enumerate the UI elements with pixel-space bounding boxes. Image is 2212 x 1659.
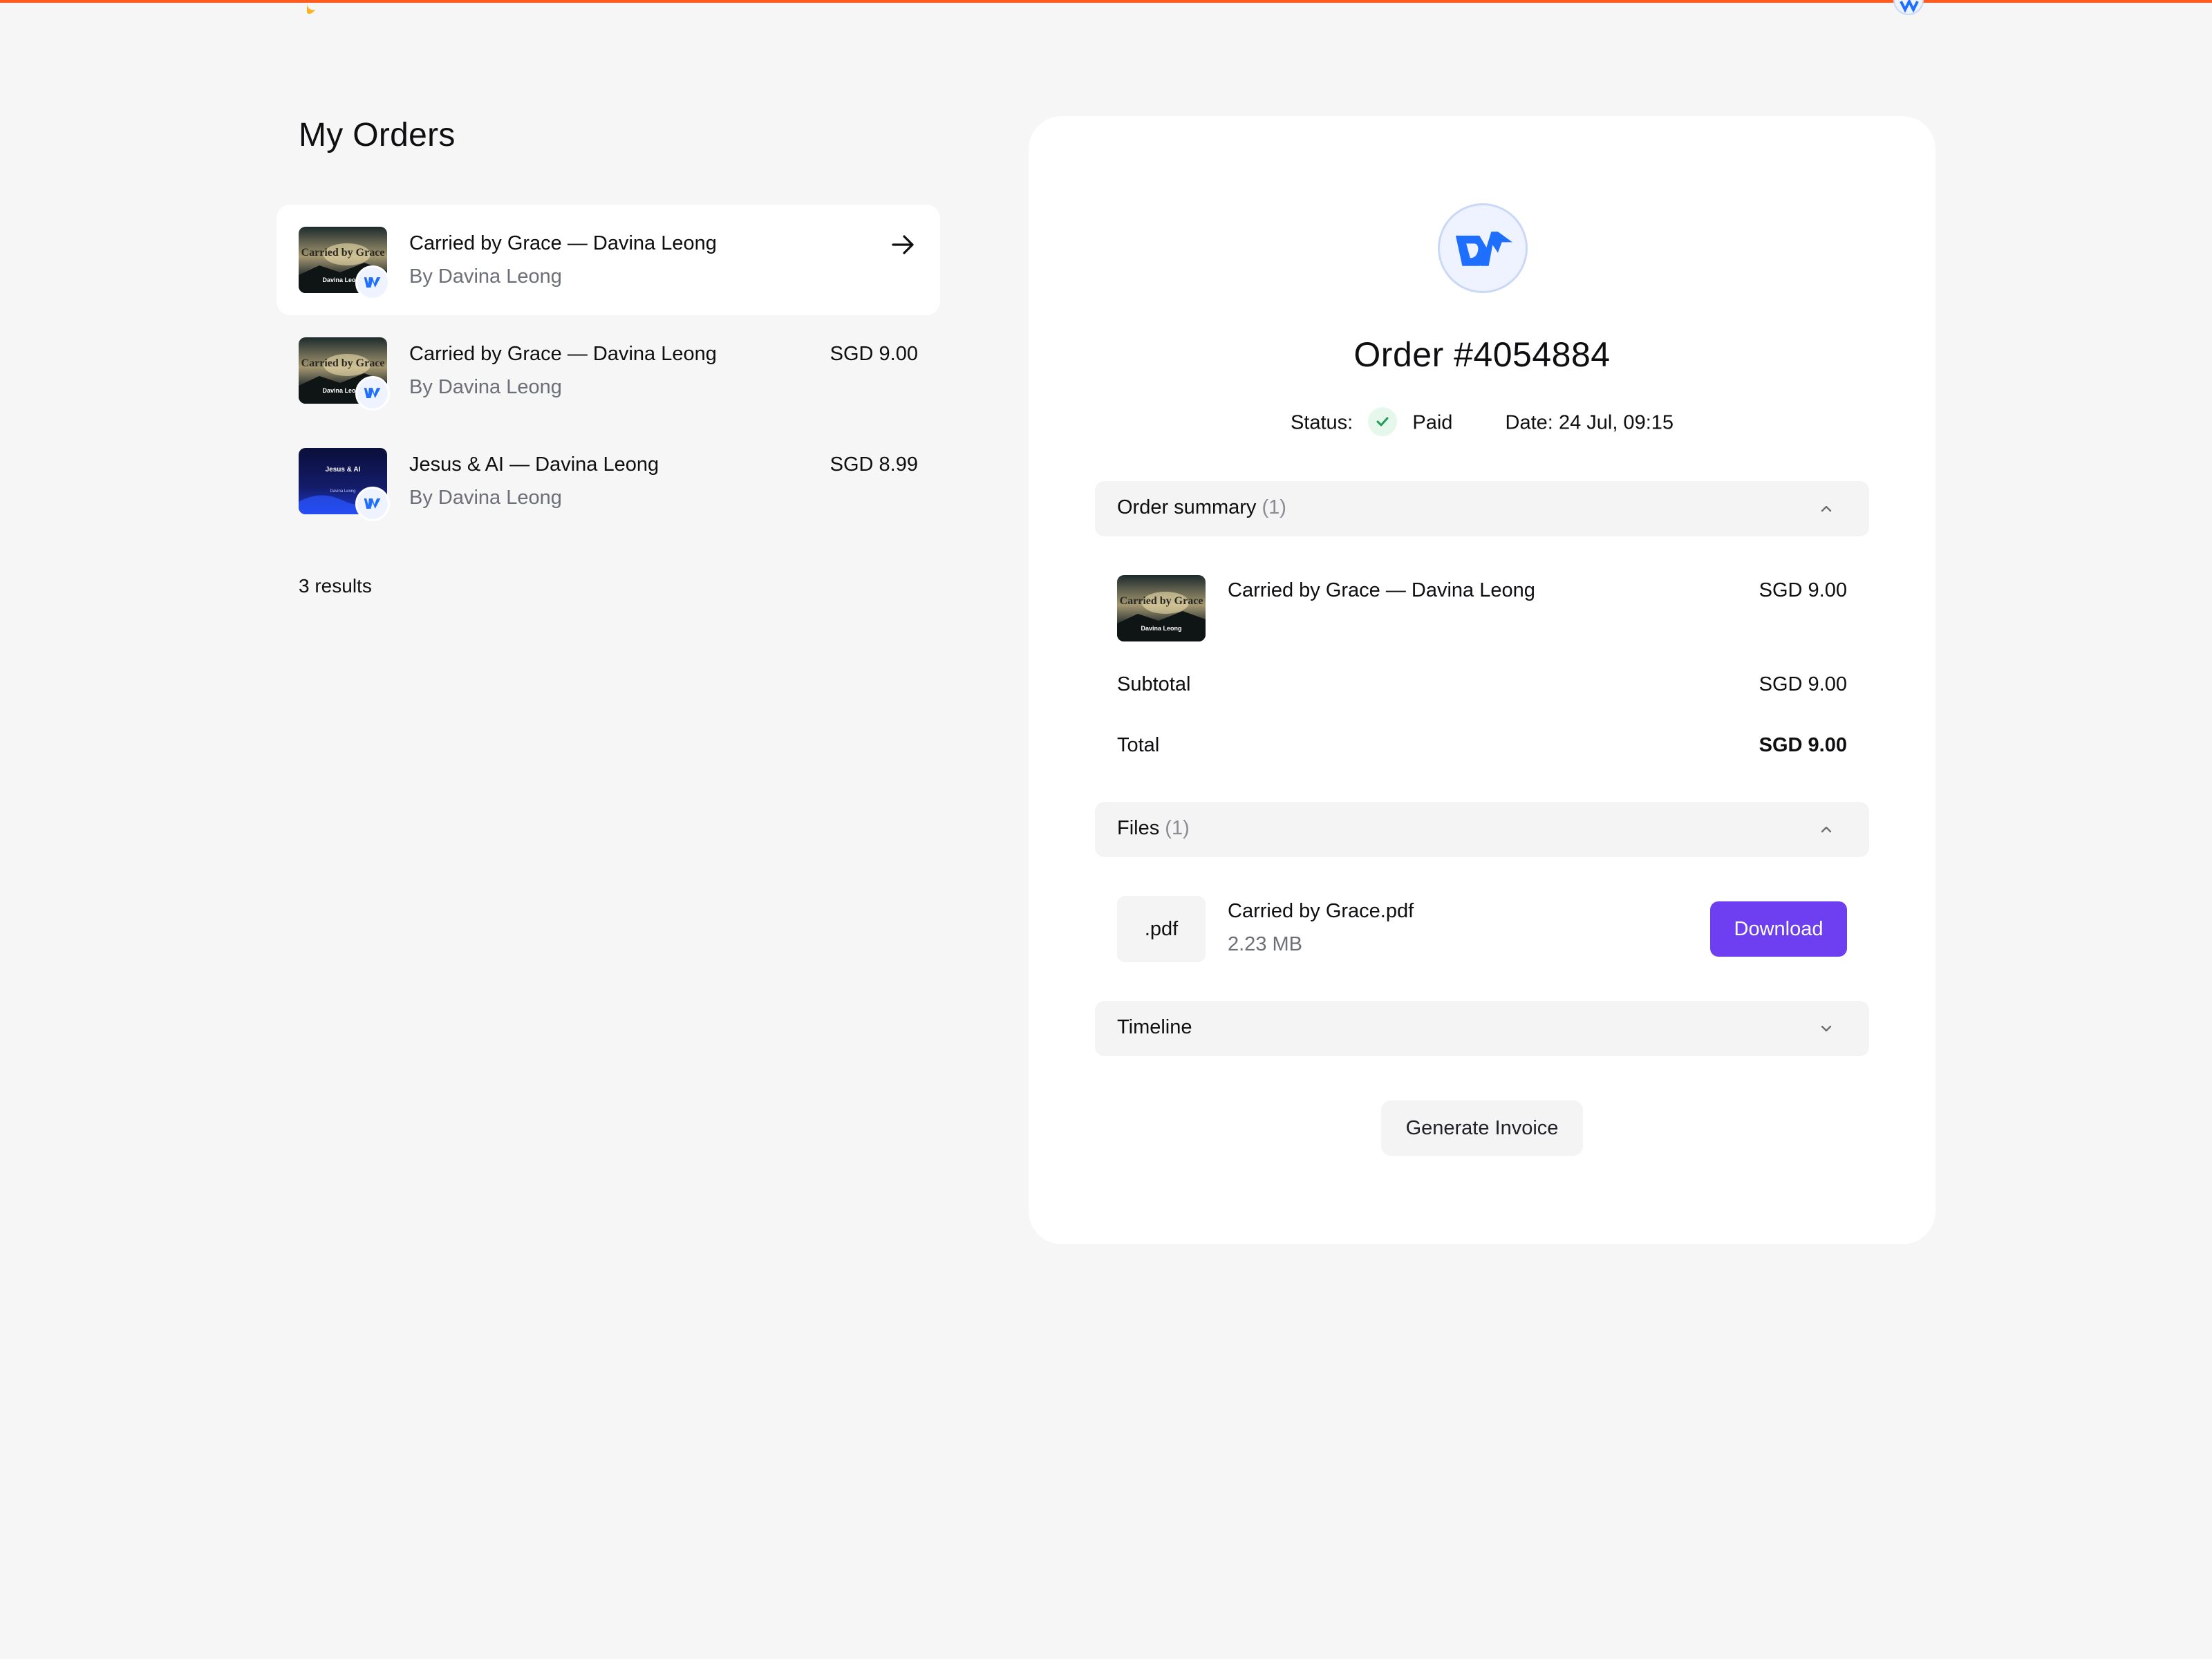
check-icon bbox=[1368, 407, 1398, 436]
order-list-item[interactable]: Jesus & AI Davina Leong Jesus & AI — Dav… bbox=[276, 426, 940, 536]
order-detail-panel: Order #4054884 Status: Paid Date: 24 Jul… bbox=[1029, 116, 1936, 1244]
timeline-header[interactable]: Timeline bbox=[1095, 1001, 1869, 1056]
arrow-right-icon[interactable] bbox=[889, 231, 917, 259]
subtotal-label: Subtotal bbox=[1117, 673, 1191, 695]
file-name: Carried by Grace.pdf bbox=[1228, 900, 1414, 922]
date-label: Date: bbox=[1505, 411, 1553, 434]
brand-badge-icon bbox=[355, 376, 390, 411]
summary-item-title: Carried by Grace — Davina Leong bbox=[1228, 579, 1535, 601]
order-list-item[interactable]: Carried by Grace Davina Leong Carried by… bbox=[276, 205, 940, 315]
order-title: Carried by Grace — Davina Leong bbox=[409, 343, 717, 365]
files-header[interactable]: Files (1) bbox=[1095, 802, 1869, 857]
chevron-up-icon[interactable] bbox=[1817, 499, 1836, 518]
files-count: (1) bbox=[1165, 817, 1190, 839]
generate-invoice-button[interactable]: Generate Invoice bbox=[1381, 1100, 1583, 1156]
results-count: 3 results bbox=[299, 575, 372, 597]
order-author: By Davina Leong bbox=[409, 487, 562, 509]
order-title: Jesus & AI — Davina Leong bbox=[409, 453, 659, 476]
total-label: Total bbox=[1117, 734, 1160, 756]
order-number: Order #4054884 bbox=[1353, 335, 1611, 374]
carried-by-grace-cover: Carried by Grace Davina Leong bbox=[1117, 575, 1206, 641]
file-size: 2.23 MB bbox=[1228, 933, 1302, 955]
timeline-label: Timeline bbox=[1117, 1016, 1192, 1038]
order-summary-count: (1) bbox=[1262, 496, 1286, 518]
files-label: Files bbox=[1117, 817, 1160, 839]
order-price: SGD 8.99 bbox=[830, 453, 918, 476]
cover-author-text: Davina Leong bbox=[1141, 625, 1181, 632]
order-author: By Davina Leong bbox=[409, 376, 562, 398]
cover-author-text: Davina Leong bbox=[330, 489, 355, 494]
download-button[interactable]: Download bbox=[1710, 901, 1847, 957]
total-value: SGD 9.00 bbox=[1759, 734, 1847, 756]
order-author: By Davina Leong bbox=[409, 265, 562, 288]
cover-title-text: Carried by Grace bbox=[301, 247, 385, 259]
cover-title-text: Carried by Grace bbox=[1120, 595, 1203, 607]
order-price: SGD 9.00 bbox=[830, 343, 918, 365]
order-summary-header[interactable]: Order summary (1) bbox=[1095, 481, 1869, 536]
brand-badge-icon bbox=[355, 487, 390, 521]
cover-title-text: Jesus & AI bbox=[326, 466, 361, 474]
status-value: Paid bbox=[1412, 411, 1453, 434]
brand-logo-icon bbox=[1438, 203, 1528, 293]
status-label: Status: bbox=[1290, 411, 1353, 434]
page-title: My Orders bbox=[299, 117, 456, 153]
order-summary-label: Order summary bbox=[1117, 496, 1257, 518]
date-value: 24 Jul, 09:15 bbox=[1558, 411, 1674, 434]
chevron-up-icon[interactable] bbox=[1817, 820, 1836, 839]
cover-title-text: Carried by Grace bbox=[301, 357, 385, 369]
flame-logo-icon[interactable] bbox=[304, 3, 322, 17]
chevron-down-icon[interactable] bbox=[1817, 1019, 1836, 1038]
summary-item-price: SGD 9.00 bbox=[1759, 579, 1847, 601]
order-list: Carried by Grace Davina Leong Carried by… bbox=[276, 205, 940, 536]
user-avatar-icon[interactable] bbox=[1891, 0, 1926, 15]
status-row: Status: Paid Date: 24 Jul, 09:15 bbox=[1029, 407, 1936, 438]
order-title: Carried by Grace — Davina Leong bbox=[409, 232, 717, 254]
subtotal-value: SGD 9.00 bbox=[1759, 673, 1847, 695]
order-list-item[interactable]: Carried by Grace Davina Leong Carried by… bbox=[276, 315, 940, 426]
brand-badge-icon bbox=[355, 265, 390, 300]
top-accent-bar bbox=[0, 0, 2212, 3]
file-type-badge: .pdf bbox=[1117, 896, 1206, 962]
